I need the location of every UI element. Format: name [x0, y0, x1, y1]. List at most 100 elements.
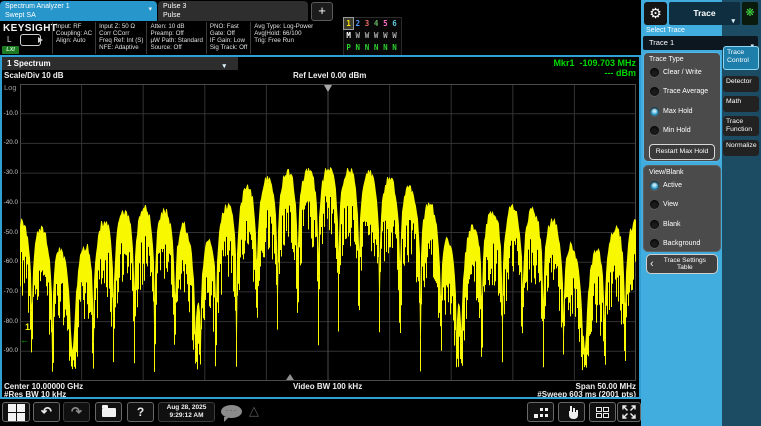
legend-cell[interactable]: W	[381, 30, 390, 41]
radio-active[interactable]: Active	[650, 179, 715, 191]
radio-view[interactable]: View	[650, 199, 715, 211]
video-bw-annotation[interactable]: Video BW 100 kHz	[293, 382, 362, 391]
radio-indicator	[650, 239, 659, 248]
system-settings-bar: KEYSIGHT L LXI Input: RFCoupling: ACAlig…	[0, 21, 641, 55]
legend-cell[interactable]: N	[390, 42, 399, 53]
legend-cell[interactable]: N	[362, 42, 371, 53]
tab-subtitle: Swept SA	[5, 12, 151, 21]
legend-cell[interactable]: N	[381, 42, 390, 53]
radio-max-hold[interactable]: Max Hold	[650, 105, 715, 117]
chevron-down-icon: ▾	[222, 60, 226, 73]
tab-pulse[interactable]: Pulse 3 Pulse	[158, 1, 308, 21]
menu-tab-normalize[interactable]: Normalize	[723, 140, 759, 156]
settings-column[interactable]: Input Z: 50 ΩCorr CCorrFreq Ref: Int (S)…	[95, 22, 146, 54]
y-tick-label: -30.0	[4, 169, 18, 176]
add-tab-button[interactable]: +	[311, 2, 333, 21]
legend-cell[interactable]: M	[344, 30, 353, 41]
view-blank-group: View/Blank Active View Blank Background	[643, 165, 721, 252]
measurement-active-button[interactable]: ❋	[742, 2, 758, 25]
settings-column[interactable]: Avg Type: Log-PowerAvg|Hold: 66/100Trig:…	[250, 22, 316, 54]
trace-legend[interactable]: 123456MWWWWWPNNNNN	[343, 17, 402, 56]
scale-div-annotation[interactable]: Scale/Div 10 dB	[4, 71, 64, 80]
legend-cell[interactable]: 4	[372, 18, 381, 29]
radio-blank[interactable]: Blank	[650, 218, 715, 230]
date-text: Aug 28, 2025	[167, 404, 207, 412]
radio-indicator	[650, 220, 659, 229]
menu-tab-math[interactable]: Math	[723, 96, 759, 112]
window-title-tab[interactable]: 1 Spectrum ▾	[2, 57, 238, 70]
legend-cell[interactable]: P	[344, 42, 353, 53]
legend-cell[interactable]: N	[372, 42, 381, 53]
settings-line: Avg|Hold: 66/100	[254, 30, 313, 37]
gear-icon: ⚙	[649, 5, 662, 21]
chevron-down-icon: ▾	[731, 10, 735, 33]
help-button[interactable]: ?	[127, 402, 154, 422]
screenshot-button[interactable]	[95, 402, 122, 422]
time-text: 9:29:12 AM	[169, 412, 203, 420]
marker-readout[interactable]: Mkr1 -109.703 MHz --- dBm	[553, 58, 636, 78]
lxi-badge: LXI	[2, 46, 19, 54]
legend-cell[interactable]: N	[353, 42, 362, 53]
trace-type-group: Trace Type Clear / Write Trace Average Max…	[643, 52, 721, 162]
folder-icon	[102, 408, 116, 417]
window-layout-button[interactable]	[589, 402, 616, 422]
continuous-sweep-icon	[20, 34, 41, 46]
radio-label: View	[663, 201, 678, 208]
spectrum-window: 1 Spectrum ▾ Scale/Div 10 dB Ref Level 0…	[0, 57, 641, 397]
ref-level-annotation[interactable]: Ref Level 0.00 dBm	[293, 71, 366, 80]
touch-mode-button[interactable]	[558, 402, 585, 422]
measurement-settings-columns: Input: RFCoupling: ACAlign: AutoInput Z:…	[52, 22, 316, 54]
legend-row: MWWWWW	[344, 30, 401, 42]
select-trace-label: Select Trace	[646, 27, 685, 34]
button-label: Trace Settings Table	[656, 257, 714, 272]
menu-tab-detector[interactable]: Detector	[723, 76, 759, 92]
settings-column[interactable]: Atten: 10 dBPreamp: OffµW Path: Standard…	[146, 22, 205, 54]
legend-cell[interactable]: W	[390, 30, 399, 41]
settings-line: PNO: Fast	[210, 23, 247, 30]
fullscreen-button[interactable]	[617, 402, 641, 422]
menu-title-dropdown[interactable]: Trace ▾	[669, 2, 740, 25]
windows-logo-icon	[8, 404, 25, 421]
legend-cell[interactable]: 6	[390, 18, 399, 29]
legend-cell[interactable]: 5	[381, 18, 390, 29]
legend-cell[interactable]: W	[353, 30, 362, 41]
settings-column[interactable]: PNO: FastGate: OffIF Gain: LowSig Track:…	[206, 22, 250, 54]
screen-thumbnails-button[interactable]	[527, 402, 554, 422]
redo-button[interactable]: ↷	[63, 402, 90, 422]
settings-line: Input: RF	[56, 23, 92, 30]
radio-background[interactable]: Background	[650, 238, 715, 250]
settings-line: Sig Track: Off	[210, 44, 247, 51]
settings-line: Freq Ref: Int (S)	[99, 37, 143, 44]
y-tick-label: -90.0	[4, 347, 18, 354]
menu-tab-trace-function[interactable]: Trace Function	[723, 116, 759, 136]
chevron-down-icon: ▾	[148, 6, 152, 15]
radio-clear-write[interactable]: Clear / Write	[650, 66, 715, 78]
menu-tab-trace-control[interactable]: Trace Control	[723, 46, 759, 70]
radio-trace-average[interactable]: Trace Average	[650, 86, 715, 98]
group-title: Trace Type	[649, 56, 715, 63]
legend-cell[interactable]: 3	[362, 18, 371, 29]
windows-start-button[interactable]	[2, 402, 30, 422]
settings-gear-button[interactable]: ⚙	[644, 2, 667, 25]
expand-arrows-icon	[622, 405, 636, 419]
trace-settings-table-button[interactable]: ‹ Trace Settings Table	[646, 254, 718, 274]
undo-button[interactable]: ↶	[33, 402, 60, 422]
datetime-button[interactable]: Aug 28, 2025 9:29:12 AM	[158, 402, 215, 422]
legend-row: PNNNNN	[344, 42, 401, 54]
marker-1-flag[interactable]: 1	[25, 322, 30, 332]
radio-min-hold[interactable]: Min Hold	[650, 125, 715, 137]
legend-cell[interactable]: 1	[344, 18, 353, 29]
settings-line: Coupling: AC	[56, 30, 92, 37]
legend-row: 123456	[344, 18, 401, 30]
group-title: View/Blank	[649, 169, 715, 176]
trace-select-value: Trace 1	[649, 38, 674, 47]
settings-column[interactable]: Input: RFCoupling: ACAlign: Auto	[52, 22, 95, 54]
y-tick-label: -80.0	[4, 318, 18, 325]
legend-cell[interactable]: W	[362, 30, 371, 41]
y-tick-label: -10.0	[4, 110, 18, 117]
restart-max-hold-button[interactable]: Restart Max Hold	[649, 144, 715, 160]
graticule[interactable]: 1 ←	[20, 84, 636, 381]
legend-cell[interactable]: 2	[353, 18, 362, 29]
legend-cell[interactable]: W	[372, 30, 381, 41]
tab-spectrum-analyzer[interactable]: Spectrum Analyzer 1 Swept SA ▾	[0, 1, 157, 21]
